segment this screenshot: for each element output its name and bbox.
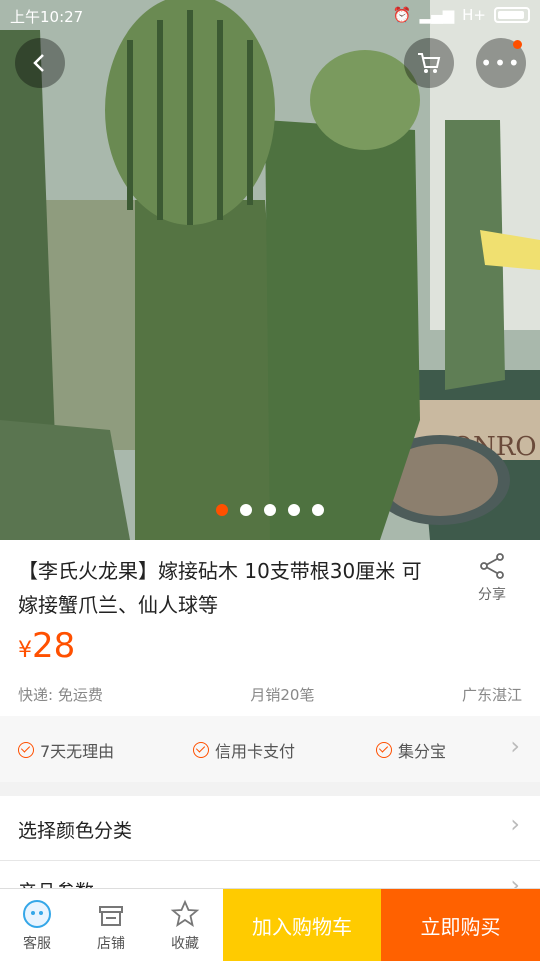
star-icon [170, 899, 200, 927]
ship-location: 广东湛江 [461, 686, 522, 704]
service-item: 集分宝 [376, 738, 446, 762]
service-label: 信用卡支付 [215, 742, 296, 761]
alarm-icon: ⏰ [392, 6, 412, 24]
favorite-label: 收藏 [171, 936, 199, 952]
select-option-label: 选择颜色分类 [18, 820, 133, 842]
price-value: 28 [32, 626, 76, 666]
params-label: 产品参数 [18, 877, 94, 888]
product-photo: MONRO [0, 0, 540, 540]
signal-icon: ▂▄▆ [419, 6, 455, 24]
service-guarantees[interactable]: 7天无理由 信用卡支付 集分宝 › [0, 716, 540, 782]
product-title: 【李氏火龙果】嫁接砧木 10支带根30厘米 可嫁接蟹爪兰、仙人球等 [18, 559, 422, 617]
share-label: 分享 [478, 587, 506, 603]
chevron-right-icon: › [510, 732, 520, 760]
shop-label: 店铺 [97, 936, 125, 952]
cart-button[interactable] [404, 38, 454, 88]
share-button[interactable]: 分享 [462, 552, 522, 604]
carousel-dot [264, 504, 276, 516]
shop-button[interactable]: 店铺 [74, 889, 148, 961]
chevron-left-icon [33, 54, 44, 72]
product-image-carousel[interactable]: MONRO [0, 0, 540, 540]
carousel-dot [240, 504, 252, 516]
customer-service-label: 客服 [23, 936, 51, 952]
battery-icon [494, 7, 530, 23]
back-button[interactable] [15, 38, 65, 88]
network-type: H+ [462, 6, 486, 24]
status-time: 上午10:27 [10, 8, 84, 26]
select-option-row[interactable]: 选择颜色分类 › [0, 796, 540, 860]
product-info: 【李氏火龙果】嫁接砧木 10支带根30厘米 可嫁接蟹爪兰、仙人球等 分享 ¥28… [0, 540, 540, 716]
share-icon [480, 553, 504, 579]
chevron-right-icon: › [510, 810, 520, 838]
bottom-action-bar: 客服 店铺 收藏 加入购物车 立即购买 [0, 888, 540, 961]
carousel-dot-active [216, 504, 228, 516]
cart-icon [418, 53, 441, 73]
service-label: 集分宝 [398, 742, 447, 761]
price: ¥28 [18, 626, 75, 666]
shop-icon [99, 906, 123, 926]
params-row[interactable]: 产品参数 › [0, 861, 540, 888]
service-item: 7天无理由 [18, 738, 114, 762]
carousel-dot [288, 504, 300, 516]
more-button[interactable]: ••• [476, 38, 526, 88]
add-to-cart-button[interactable]: 加入购物车 [223, 889, 381, 961]
customer-service-button[interactable]: 客服 [0, 889, 74, 961]
check-circle-icon [376, 742, 392, 758]
carousel-dot [312, 504, 324, 516]
favorite-button[interactable]: 收藏 [148, 889, 222, 961]
more-dots-icon: ••• [480, 51, 522, 75]
check-circle-icon [18, 742, 34, 758]
monthly-sales: 月销20笔 [250, 686, 315, 704]
check-circle-icon [193, 742, 209, 758]
buy-now-button[interactable]: 立即购买 [381, 889, 540, 961]
service-item: 信用卡支付 [193, 738, 295, 762]
notification-badge [513, 40, 522, 49]
carousel-indicator [216, 504, 324, 516]
currency-symbol: ¥ [18, 638, 32, 663]
service-label: 7天无理由 [40, 742, 115, 761]
shipping-info: 快递: 免运费 [18, 686, 103, 704]
customer-service-icon [23, 900, 51, 928]
status-bar: 上午10:27 ⏰ ▂▄▆ H+ [0, 0, 540, 30]
chevron-right-icon: › [510, 871, 520, 888]
